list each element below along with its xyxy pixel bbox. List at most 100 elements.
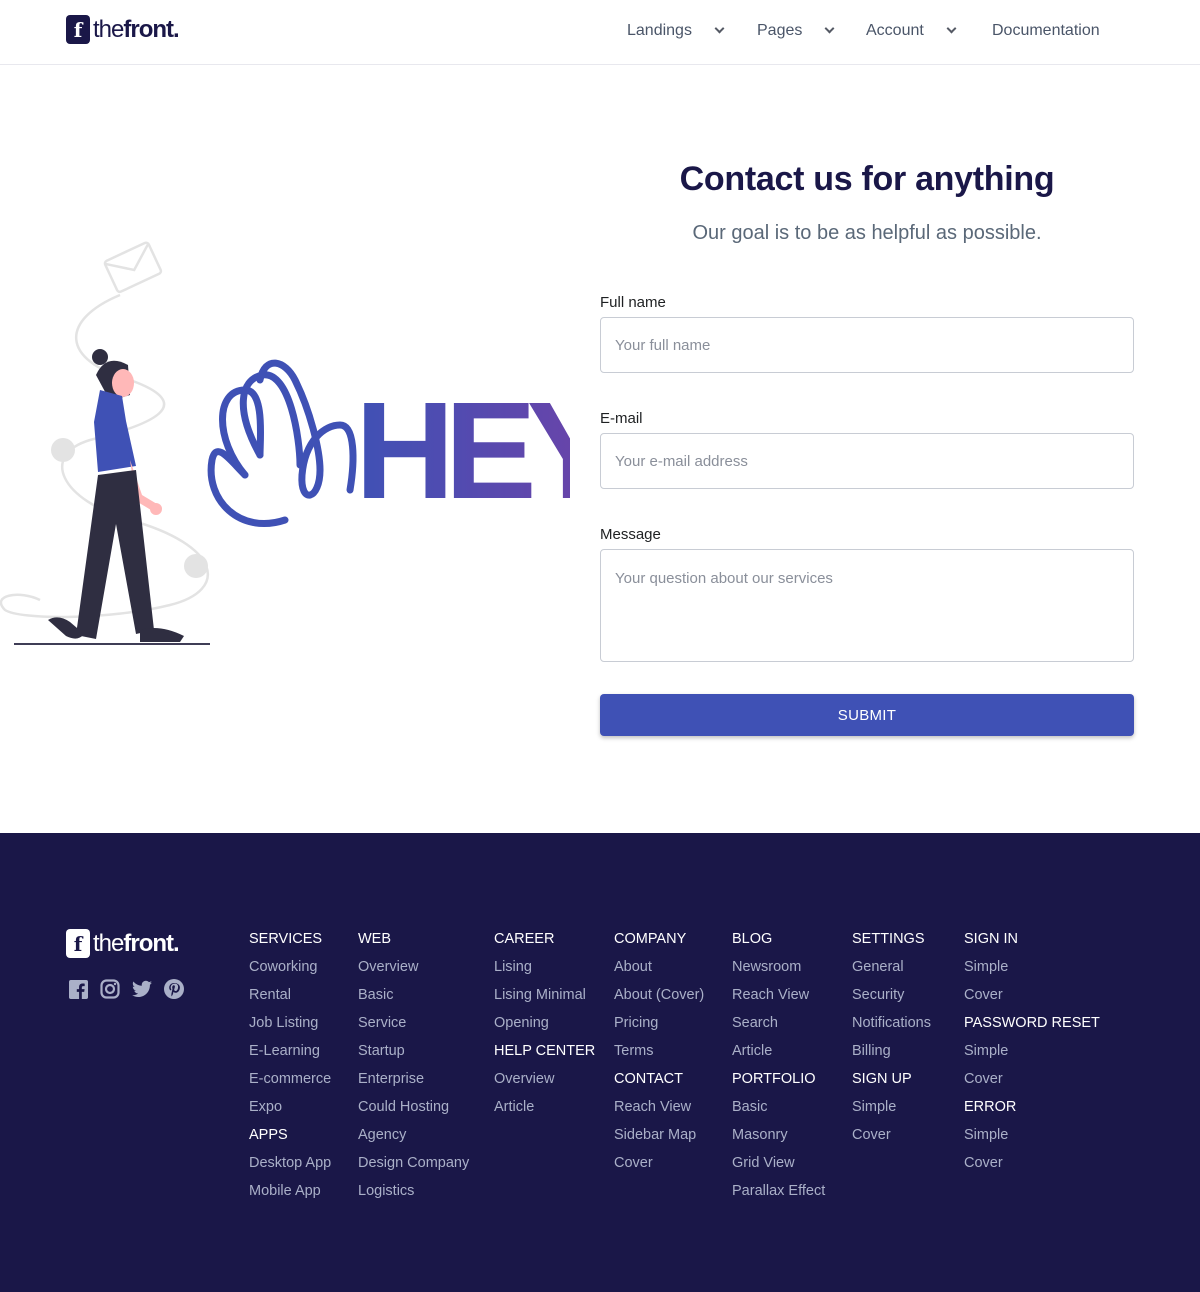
hey-illustration-svg: HEY [0, 241, 627, 645]
nav-documentation[interactable]: Documentation [992, 22, 1100, 40]
footer-link[interactable]: Expo [249, 1097, 331, 1125]
footer-link[interactable]: Lising Minimal [494, 985, 595, 1013]
footer-link[interactable]: Grid View [732, 1153, 825, 1181]
footer-heading: SETTINGS [852, 931, 925, 947]
footer-link[interactable]: Agency [358, 1125, 469, 1153]
logo-mark: f [66, 15, 90, 44]
footer-link[interactable]: Terms [614, 1041, 704, 1069]
site-footer: f thefront. SERVICES Coworking Rental Job L… [0, 833, 1200, 1292]
footer-link[interactable]: Rental [249, 985, 331, 1013]
footer-heading: SIGN IN [964, 931, 1018, 947]
email-input[interactable] [600, 433, 1134, 489]
twitter-icon[interactable] [132, 979, 152, 999]
nav-pages-label: Pages [757, 22, 803, 39]
footer-heading: SIGN UP [852, 1071, 912, 1087]
nav-account[interactable]: Account [866, 22, 957, 40]
footer-column: SERVICES Coworking Rental Job Listing E-Lear… [249, 929, 331, 1209]
footer-heading: CONTACT [614, 1071, 684, 1087]
full-name-label: Full name [600, 294, 666, 311]
footer-column: CAREER Lising Lising Minimal Opening HELP CE… [494, 929, 595, 1125]
footer-heading: PORTFOLIO [732, 1071, 816, 1087]
footer-link[interactable]: Service [358, 1013, 469, 1041]
footer-link[interactable]: Cover [964, 1153, 1100, 1181]
footer-link[interactable]: Masonry [732, 1125, 825, 1153]
footer-link[interactable]: Opening [494, 1013, 595, 1041]
footer-link[interactable]: Reach View [732, 985, 825, 1013]
chevron-down-icon [824, 23, 835, 34]
footer-link[interactable]: Sidebar Map [614, 1125, 704, 1153]
brand-logo[interactable]: f thefront. [66, 15, 180, 44]
footer-link[interactable]: Cover [964, 1069, 1100, 1097]
footer-link[interactable]: Billing [852, 1041, 931, 1069]
hey-text: HEY [355, 374, 570, 528]
footer-link[interactable]: About [614, 957, 704, 985]
footer-link[interactable]: Desktop App [249, 1153, 331, 1181]
footer-link[interactable]: Cover [964, 985, 1100, 1013]
footer-link[interactable]: Newsroom [732, 957, 825, 985]
footer-link[interactable]: Simple [964, 1041, 1100, 1069]
footer-link[interactable]: General [852, 957, 931, 985]
footer-link[interactable]: Parallax Effect [732, 1181, 825, 1209]
footer-link[interactable]: Notifications [852, 1013, 931, 1041]
waving-hand-icon [207, 359, 357, 528]
message-label: Message [600, 526, 661, 543]
footer-link[interactable]: Simple [964, 957, 1100, 985]
nav-pages[interactable]: Pages [757, 22, 835, 40]
footer-link[interactable]: E-commerce [249, 1069, 331, 1097]
pinterest-icon[interactable] [164, 979, 184, 999]
footer-link[interactable]: Logistics [358, 1181, 469, 1209]
footer-link[interactable]: Cover [614, 1153, 704, 1181]
page-title: Contact us for anything [679, 160, 1055, 198]
message-textarea[interactable] [600, 549, 1134, 662]
footer-link[interactable]: Enterprise [358, 1069, 469, 1097]
footer-column: SIGN IN Simple Cover PASSWORD RESET Simple Co… [964, 929, 1100, 1181]
footer-heading: HELP CENTER [494, 1043, 596, 1059]
nav-account-label: Account [866, 22, 924, 39]
footer-link[interactable]: Could Hosting [358, 1097, 469, 1125]
footer-heading: SERVICES [249, 931, 323, 947]
footer-heading: ERROR [964, 1099, 1017, 1115]
nav-landings-label: Landings [627, 22, 692, 39]
footer-link[interactable]: Startup [358, 1041, 469, 1069]
footer-link[interactable]: Lising [494, 957, 595, 985]
site-header: f thefront. Landings Pages Account Docum… [0, 0, 1200, 65]
footer-column: COMPANY About About (Cover) Pricing Terms CON… [614, 929, 704, 1181]
logo-text: thefront. [93, 929, 180, 957]
footer-link[interactable]: Simple [852, 1097, 931, 1125]
footer-link[interactable]: Reach View [614, 1097, 704, 1125]
footer-heading: CAREER [494, 931, 555, 947]
hey-illustration: HEY [0, 240, 627, 660]
footer-link[interactable]: Search [732, 1013, 825, 1041]
footer-link[interactable]: About (Cover) [614, 985, 704, 1013]
footer-link[interactable]: Article [732, 1041, 825, 1069]
footer-link[interactable]: Simple [964, 1125, 1100, 1153]
footer-link[interactable]: Basic [358, 985, 469, 1013]
footer-link[interactable]: Coworking [249, 957, 331, 985]
page-subtitle: Our goal is to be as helpful as possible… [692, 222, 1042, 244]
full-name-input[interactable] [600, 317, 1134, 373]
footer-column: WEB Overview Basic Service Startup Enterprise… [358, 929, 469, 1209]
footer-link[interactable]: Mobile App [249, 1181, 331, 1209]
footer-link[interactable]: Job Listing [249, 1013, 331, 1041]
footer-link[interactable]: Design Company [358, 1153, 469, 1181]
logo-text: thefront. [93, 15, 180, 43]
woman-figure [48, 349, 184, 642]
footer-link[interactable]: Basic [732, 1097, 825, 1125]
footer-link[interactable]: Cover [852, 1125, 931, 1153]
footer-link[interactable]: Article [494, 1097, 595, 1125]
footer-link[interactable]: Pricing [614, 1013, 704, 1041]
footer-link[interactable]: Overview [494, 1069, 595, 1097]
footer-link[interactable]: E-Learning [249, 1041, 331, 1069]
chevron-down-icon [946, 23, 957, 34]
footer-logo[interactable]: f thefront. [66, 929, 180, 958]
footer-link[interactable]: Security [852, 985, 931, 1013]
footer-heading: COMPANY [614, 931, 687, 947]
footer-heading: WEB [358, 931, 392, 947]
facebook-icon[interactable] [68, 979, 88, 999]
nav-landings[interactable]: Landings [627, 22, 725, 40]
submit-button[interactable]: SUBMIT [600, 694, 1134, 736]
footer-link[interactable]: Overview [358, 957, 469, 985]
social-links [68, 979, 184, 999]
footer-column: BLOG Newsroom Reach View Search Article PORTF… [732, 929, 825, 1209]
instagram-icon[interactable] [100, 979, 120, 999]
